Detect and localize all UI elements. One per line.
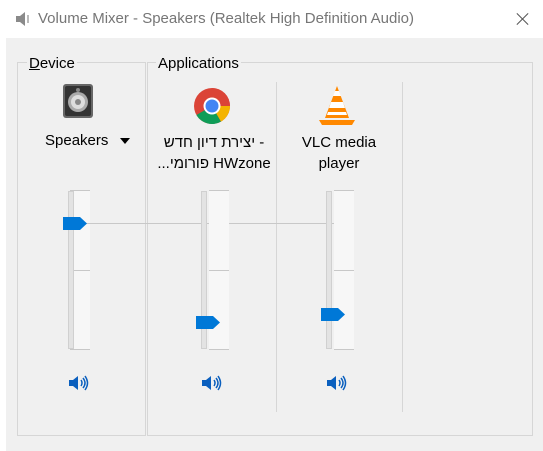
vlc-mute-button[interactable] xyxy=(326,374,348,392)
chrome-icon[interactable] xyxy=(193,87,231,125)
chrome-mute-button[interactable] xyxy=(201,374,223,392)
close-button[interactable] xyxy=(505,2,541,36)
device-name: Speakers xyxy=(45,132,109,149)
vlc-icon[interactable] xyxy=(317,84,357,126)
speaker-icon xyxy=(16,12,29,26)
chevron-down-icon xyxy=(120,138,130,144)
device-mute-button[interactable] xyxy=(68,374,90,392)
device-selector[interactable]: Speakers xyxy=(40,130,132,152)
app-divider xyxy=(402,82,403,412)
window-title: Volume Mixer - Speakers (Realtek High De… xyxy=(38,10,415,27)
device-group-label: Device xyxy=(27,55,77,72)
chrome-volume-thumb[interactable] xyxy=(196,316,220,329)
title-bar: Volume Mixer - Speakers (Realtek High De… xyxy=(0,0,543,38)
speaker-device-icon[interactable] xyxy=(60,82,96,120)
app-name-chrome: - יצירת דיון חדש HWzone פורומי... xyxy=(157,134,271,172)
device-volume-thumb[interactable] xyxy=(63,217,87,230)
vlc-volume-slider[interactable] xyxy=(326,191,332,349)
applications-group-label: Applications xyxy=(156,55,241,72)
app-name-vlc: VLC media player xyxy=(301,134,377,172)
device-volume-slider[interactable] xyxy=(68,191,74,349)
vlc-volume-thumb[interactable] xyxy=(321,308,345,321)
background-window-edge xyxy=(0,38,6,451)
slider-ticks xyxy=(334,190,354,350)
